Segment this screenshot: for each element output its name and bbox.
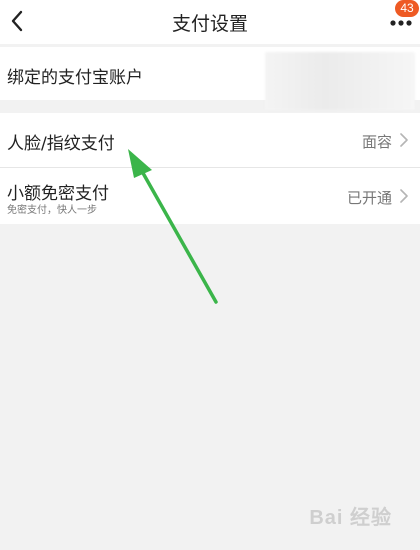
face-fingerprint-pay-row[interactable]: 人脸/指纹支付 面容 bbox=[0, 113, 420, 167]
navigation-bar: 支付设置 43 bbox=[0, 0, 420, 44]
password-free-pay-row[interactable]: 小额免密支付 免密支付，快人一步 已开通 bbox=[0, 168, 420, 224]
masked-account-value bbox=[265, 52, 415, 110]
face-fingerprint-pay-value: 面容 bbox=[361, 133, 392, 151]
notification-badge: 43 bbox=[395, 0, 419, 17]
password-free-pay-value: 已开通 bbox=[346, 189, 392, 207]
more-dots-icon bbox=[390, 20, 412, 26]
chevron-right-icon bbox=[400, 189, 408, 203]
face-fingerprint-pay-label: 人脸/指纹支付 bbox=[7, 134, 115, 154]
alipay-account-label: 绑定的支付宝账户 bbox=[7, 68, 143, 88]
password-free-pay-subtitle: 免密支付，快人一步 bbox=[7, 205, 97, 216]
watermark: Bai 经验 bbox=[309, 507, 392, 529]
chevron-right-icon bbox=[400, 133, 408, 147]
page-title: 支付设置 bbox=[171, 13, 248, 35]
